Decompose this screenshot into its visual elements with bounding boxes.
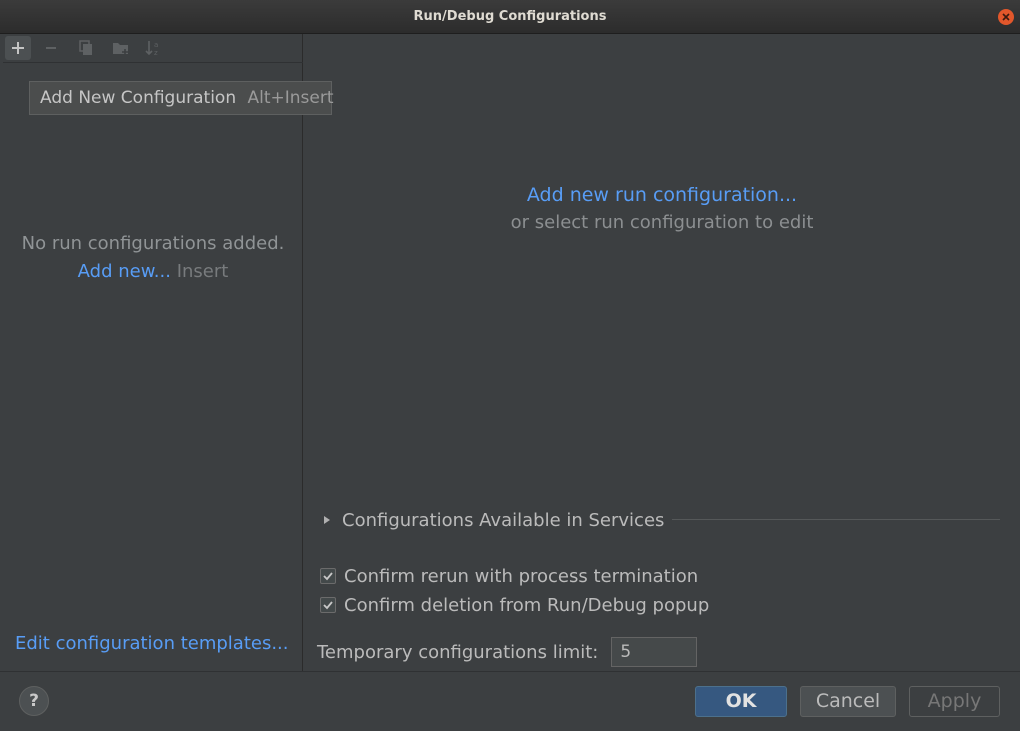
svg-text:z: z xyxy=(154,49,158,56)
expand-triangle-icon xyxy=(324,516,330,524)
add-configuration-tooltip: Add New Configuration Alt+Insert xyxy=(29,81,334,115)
edit-templates-link[interactable]: Edit configuration templates... xyxy=(15,633,289,654)
apply-button[interactable]: Apply xyxy=(909,686,1000,717)
services-section-toggle[interactable]: Configurations Available in Services xyxy=(322,508,664,532)
close-icon xyxy=(1002,13,1010,21)
section-divider xyxy=(672,519,1000,520)
checkmark-icon xyxy=(323,572,333,581)
tooltip-label: Add New Configuration xyxy=(40,88,237,108)
window-title: Run/Debug Configurations xyxy=(413,9,607,24)
add-run-configuration-link[interactable]: Add new run configuration... xyxy=(304,184,1020,206)
temporary-limit-label: Temporary configurations limit: xyxy=(317,641,599,663)
svg-text:a: a xyxy=(154,41,158,49)
help-button[interactable]: ? xyxy=(19,686,49,716)
empty-tree-message: No run configurations added. xyxy=(21,233,285,254)
tree-toolbar: a z xyxy=(3,34,303,63)
services-section-label: Configurations Available in Services xyxy=(342,509,665,531)
ok-button[interactable]: OK xyxy=(695,686,787,717)
help-icon: ? xyxy=(29,691,39,711)
select-configuration-hint: or select run configuration to edit xyxy=(510,212,814,233)
confirm-rerun-checkbox[interactable] xyxy=(320,568,336,584)
confirm-deletion-option[interactable]: Confirm deletion from Run/Debug popup xyxy=(320,594,709,616)
temporary-limit-row: Temporary configurations limit: 5 xyxy=(317,637,698,667)
copy-configuration-button[interactable] xyxy=(73,36,99,60)
confirm-deletion-label: Confirm deletion from Run/Debug popup xyxy=(344,594,710,616)
remove-configuration-button[interactable] xyxy=(38,36,64,60)
confirm-rerun-label: Confirm rerun with process termination xyxy=(344,565,699,587)
close-button[interactable] xyxy=(998,9,1014,25)
title-bar: Run/Debug Configurations xyxy=(0,0,1020,34)
add-new-shortcut: Insert xyxy=(176,261,229,282)
temporary-limit-field[interactable]: 5 xyxy=(611,637,698,667)
minus-icon xyxy=(46,47,56,49)
dialog-button-bar: ? OK Cancel Apply xyxy=(0,671,1020,731)
add-new-row: Add new... Insert xyxy=(3,261,303,282)
confirm-rerun-option[interactable]: Confirm rerun with process termination xyxy=(320,565,698,587)
sort-icon: a z xyxy=(145,41,158,56)
plus-icon xyxy=(12,42,24,54)
move-into-folder-button[interactable] xyxy=(108,36,134,60)
add-configuration-button[interactable] xyxy=(5,36,31,60)
checkmark-icon xyxy=(323,601,333,610)
configurations-tree-pane: a z No run configurations added. Add new… xyxy=(3,34,303,671)
confirm-deletion-checkbox[interactable] xyxy=(320,597,336,613)
sort-configurations-button[interactable]: a z xyxy=(141,36,167,60)
cancel-button[interactable]: Cancel xyxy=(800,686,896,717)
copy-icon xyxy=(79,40,92,55)
configuration-editor-pane: Add new run configuration... or select r… xyxy=(304,34,1020,671)
add-new-link[interactable]: Add new... xyxy=(78,261,171,282)
folder-add-icon xyxy=(113,43,128,55)
